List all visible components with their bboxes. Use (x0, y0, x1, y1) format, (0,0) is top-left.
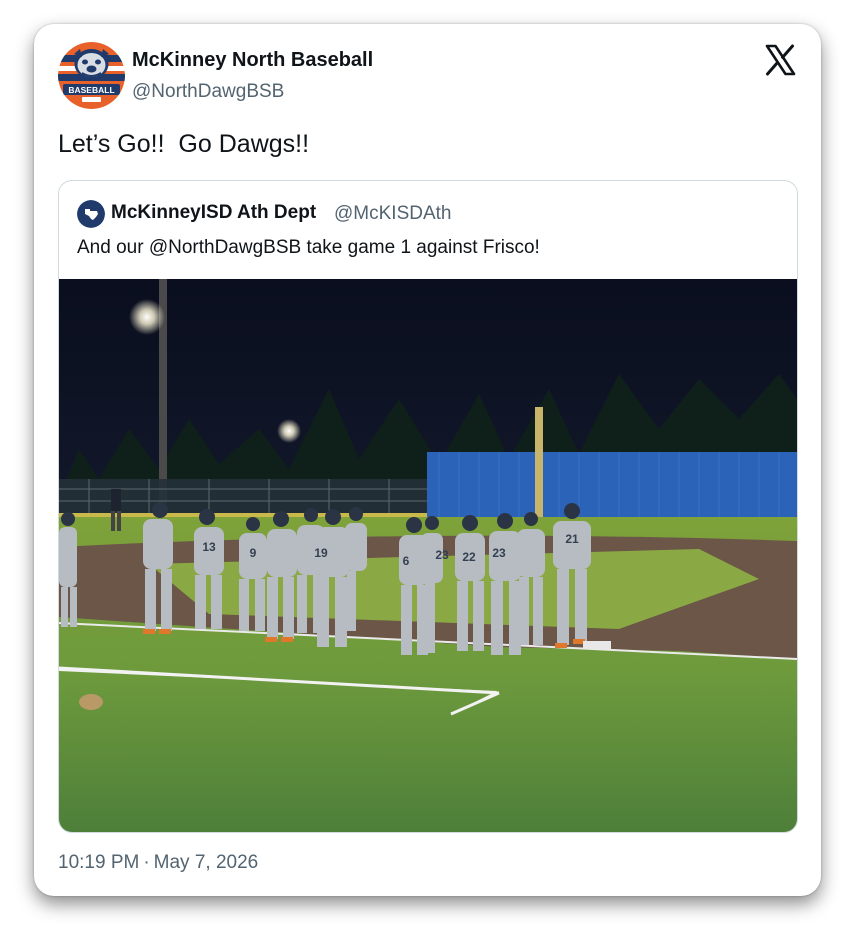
tweet-time: 10:19 PM (58, 852, 140, 873)
tweet-timestamp[interactable]: 10:19 PM · May 7, 2026 (58, 852, 258, 874)
jersey-number: 9 (250, 546, 257, 560)
tweet-card: BASEBALL McKinney North Baseball @NorthD… (34, 24, 821, 896)
author-avatar[interactable]: BASEBALL (58, 42, 125, 109)
x-logo-icon[interactable] (764, 44, 796, 76)
quoted-author-name[interactable]: McKinneyISD Ath Dept (111, 202, 316, 224)
quoted-author-handle[interactable]: @McKISDAth (334, 203, 451, 225)
jersey-number: 23 (492, 546, 506, 560)
jersey-number: 13 (202, 540, 216, 554)
quoted-tweet-text: And our @NorthDawgBSB take game 1 agains… (77, 237, 540, 258)
quoted-tweet[interactable]: McKinneyISD Ath Dept @McKISDAth And our … (58, 180, 798, 833)
tweet-photo[interactable]: 13 9 19 6 23 22 23 21 (59, 279, 797, 832)
timestamp-separator: · (143, 852, 150, 873)
tweet-text: Let’s Go!! Go Dawgs!! (58, 130, 310, 158)
quoted-author-avatar[interactable] (77, 200, 105, 228)
jersey-number: 22 (462, 550, 476, 564)
jersey-number: 6 (403, 554, 410, 568)
author-handle[interactable]: @NorthDawgBSB (132, 81, 284, 103)
author-name[interactable]: McKinney North Baseball (132, 49, 373, 72)
avatar-banner-text: BASEBALL (68, 85, 114, 95)
jersey-number: 23 (435, 548, 449, 562)
jersey-number: 19 (314, 546, 328, 560)
jersey-number: 21 (565, 532, 579, 546)
tweet-date: May 7, 2026 (153, 852, 259, 873)
